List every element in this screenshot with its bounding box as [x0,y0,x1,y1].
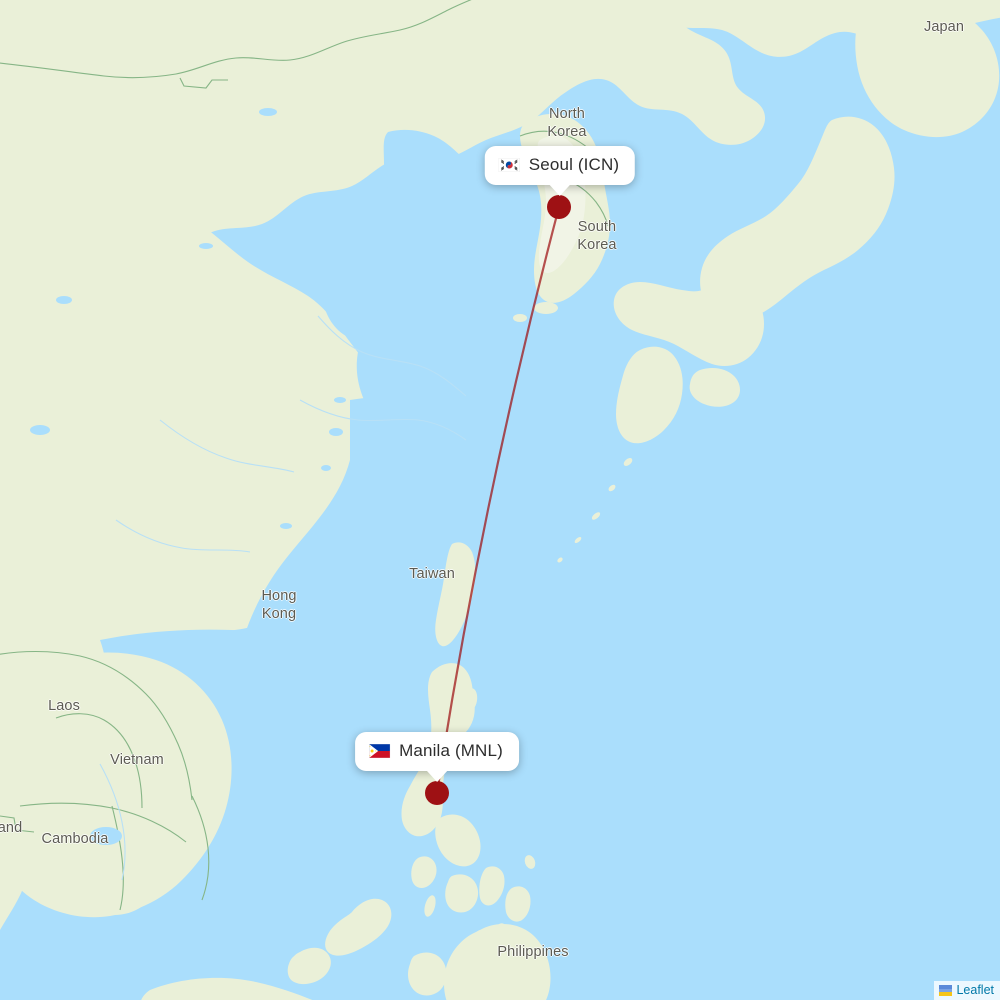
map-attribution[interactable]: Leaflet [934,981,1000,1000]
leaflet-attribution-link[interactable]: Leaflet [956,983,994,998]
tooltip-tail-icon [425,770,448,782]
airport-tooltip-seoul[interactable]: Seoul (ICN) [484,146,636,196]
philippines-flag-icon [369,744,391,758]
airport-tooltip-label-seoul: Seoul (ICN) [528,155,620,174]
south-korea-flag-icon [498,158,520,172]
airport-tooltip-manila[interactable]: Manila (MNL) [355,732,519,782]
airport-marker-manila[interactable] [425,781,449,805]
map-container[interactable]: .land { fill: #eaf0d8; } .land2 { fill: … [0,0,1000,1000]
tooltip-tail-icon [548,184,571,196]
airport-marker-seoul[interactable] [547,195,571,219]
airport-tooltip-label-manila: Manila (MNL) [399,741,503,760]
leaflet-flag-icon [939,985,953,996]
